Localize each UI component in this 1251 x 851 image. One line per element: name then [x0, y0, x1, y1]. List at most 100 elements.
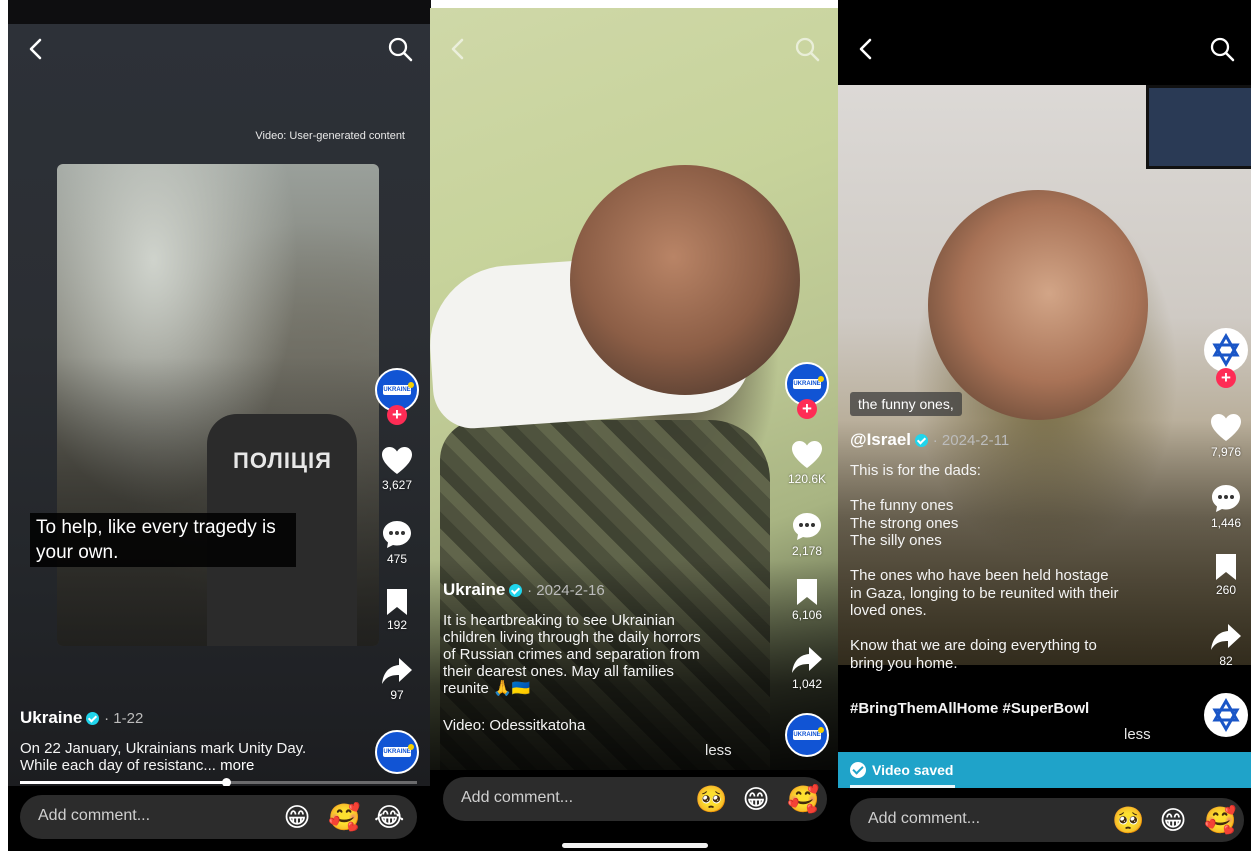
search-icon[interactable] [794, 36, 820, 62]
pleading-emoji-button[interactable]: 🥺 [695, 785, 727, 815]
verified-icon [915, 434, 929, 448]
description-line: Know that we are doing everything to [850, 637, 1097, 654]
heart-icon [1211, 414, 1241, 441]
description-line: reunite 🙏🇺🇦 [443, 680, 531, 697]
verified-icon [509, 584, 523, 598]
star-of-david-icon [1212, 333, 1240, 367]
username[interactable]: @Israel · 2024-2-11 [850, 430, 1009, 450]
back-icon[interactable] [24, 36, 50, 62]
username-text[interactable]: Ukraine [443, 580, 505, 599]
description-line [850, 480, 1170, 498]
save-button[interactable]: 192 [372, 588, 422, 632]
save-button[interactable]: 6,106 [782, 578, 832, 622]
hashtags[interactable]: #BringThemAllHome #SuperBowl [850, 700, 1089, 717]
like-button[interactable]: 7,976 [1201, 413, 1251, 459]
description-line [850, 620, 1170, 638]
hearts-emoji-button[interactable]: 🥰 [787, 785, 819, 815]
heart-icon [792, 441, 822, 468]
less-link[interactable]: less [705, 742, 732, 759]
checkmark-icon [850, 762, 866, 778]
comment-count: 475 [386, 552, 408, 566]
tv-screen [1146, 85, 1251, 169]
ukraine-logo: UKRAINE [383, 382, 414, 395]
back-icon[interactable] [446, 36, 472, 62]
post-panel-2: UKRAINE + 120.6K 2,178 6,106 1,042 Ukrai… [430, 0, 838, 851]
comment-placeholder[interactable]: Add comment... [461, 789, 573, 807]
caption-tag-pill: the funny ones, [850, 392, 962, 416]
post-date: · 1-22 [104, 710, 144, 727]
username[interactable]: Ukraine · 1-22 [20, 708, 143, 728]
home-indicator[interactable] [562, 843, 708, 848]
comment-icon [793, 513, 821, 540]
username[interactable]: Ukraine · 2024-2-16 [443, 580, 605, 600]
description-line: The ones who have been held hostage [850, 567, 1109, 584]
description-line [850, 550, 1170, 568]
verified-icon [86, 712, 100, 726]
hearts-emoji-button[interactable]: 🥰 [328, 803, 360, 833]
username-text[interactable]: Ukraine [20, 708, 82, 727]
music-disc-avatar[interactable]: UKRAINE [375, 730, 419, 774]
post-description: It is heartbreaking to see Ukrainian chi… [443, 612, 743, 697]
share-icon [382, 658, 412, 684]
description-line: The funny ones [850, 497, 954, 514]
post-description: This is for the dads: The funny ones The… [850, 462, 1170, 672]
hearts-emoji-button[interactable]: 🥰 [1204, 806, 1236, 836]
music-disc-avatar[interactable] [1204, 693, 1248, 737]
description-line: bring you home. [850, 654, 958, 672]
more-link[interactable]: more [220, 757, 254, 774]
like-button[interactable]: 120.6K [782, 440, 832, 486]
back-icon[interactable] [854, 36, 880, 62]
description-line: The silly ones [850, 532, 942, 549]
video-frame[interactable]: ПОЛІЦІЯ [57, 164, 379, 646]
comment-bar[interactable]: Add comment... 😁 🥰 😂 [20, 795, 417, 839]
comment-button[interactable]: 475 [372, 518, 422, 566]
follow-plus-icon[interactable]: + [1216, 368, 1236, 388]
grin-emoji-button[interactable]: 😁 [1158, 806, 1188, 836]
username-text[interactable]: @Israel [850, 430, 911, 449]
description-line: loved ones. [850, 602, 927, 619]
bookmark-icon [387, 589, 407, 615]
post-description: On 22 January, Ukrainians mark Unity Day… [20, 740, 320, 774]
top-bar [838, 0, 1251, 85]
music-disc-avatar[interactable]: UKRAINE [785, 713, 829, 757]
creator-avatar[interactable] [1204, 328, 1248, 372]
vest-text: ПОЛІЦІЯ [233, 448, 332, 473]
share-button[interactable]: 97 [372, 656, 422, 702]
comment-button[interactable]: 1,446 [1201, 482, 1251, 530]
star-of-david-icon [1212, 698, 1240, 732]
comment-count: 1,446 [1210, 516, 1242, 530]
like-button[interactable]: 3,627 [372, 446, 422, 492]
like-count: 120.6K [787, 472, 827, 486]
video-progress-bar[interactable] [20, 778, 417, 787]
grin-emoji-button[interactable]: 😁 [282, 803, 312, 833]
less-link[interactable]: less [1124, 726, 1151, 743]
video-saved-banner: Video saved [838, 752, 1251, 788]
share-button[interactable]: 1,042 [782, 645, 832, 691]
description-line: The strong ones [850, 514, 959, 532]
comment-count: 2,178 [791, 544, 823, 558]
follow-plus-icon[interactable]: + [797, 399, 817, 419]
grin-emoji-button[interactable]: 😁 [741, 785, 771, 815]
share-count: 1,042 [791, 677, 823, 691]
share-count: 97 [390, 688, 404, 702]
save-button[interactable]: 260 [1201, 553, 1251, 597]
search-icon[interactable] [387, 36, 413, 62]
post-date: · 2024-2-16 [527, 582, 605, 599]
pleading-emoji-button[interactable]: 🥺 [1112, 806, 1144, 836]
comment-icon [383, 521, 411, 548]
like-count: 3,627 [381, 478, 413, 492]
follow-plus-icon[interactable]: + [387, 405, 407, 425]
save-count: 6,106 [791, 608, 823, 622]
comment-placeholder[interactable]: Add comment... [868, 810, 980, 828]
share-count: 82 [1219, 654, 1233, 668]
comment-bar[interactable]: Add comment... 🥺 😁 🥰 [850, 798, 1244, 842]
description-line: children living through the daily horror… [443, 629, 701, 646]
soldier-head [570, 165, 800, 395]
comment-bar[interactable]: Add comment... 🥺 😁 🥰 [443, 777, 827, 821]
share-button[interactable]: 82 [1201, 622, 1251, 668]
comment-button[interactable]: 2,178 [782, 510, 832, 558]
laugh-emoji-button[interactable]: 😂 [374, 803, 404, 833]
heart-icon [382, 447, 412, 474]
comment-placeholder[interactable]: Add comment... [38, 807, 150, 825]
search-icon[interactable] [1209, 36, 1235, 62]
